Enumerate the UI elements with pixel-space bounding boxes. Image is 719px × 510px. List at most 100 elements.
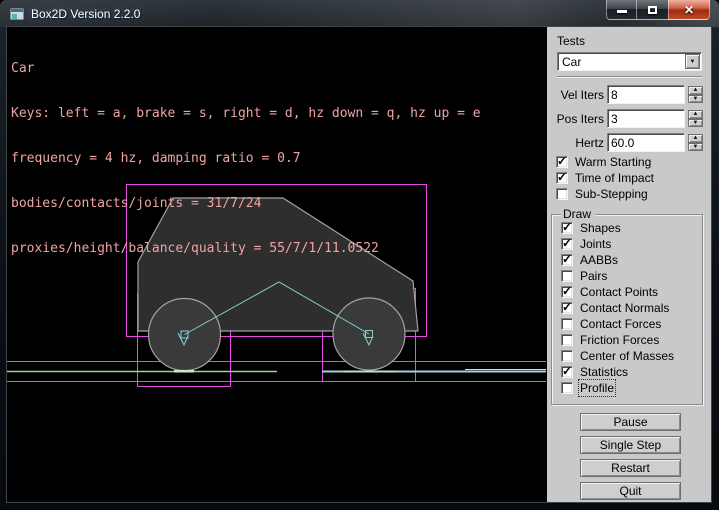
checkbox-label: Statistics bbox=[580, 365, 628, 379]
checkbox-profile[interactable]: ✓ Profile bbox=[561, 381, 614, 395]
restart-button[interactable]: Restart bbox=[580, 459, 681, 477]
checkmark-icon: ✓ bbox=[562, 220, 572, 234]
checkbox-pairs[interactable]: ✓ Pairs bbox=[561, 269, 607, 283]
checkbox-box: ✓ bbox=[556, 188, 568, 200]
checkbox-friction-forces[interactable]: ✓ Friction Forces bbox=[561, 333, 659, 347]
pause-button[interactable]: Pause bbox=[580, 413, 681, 431]
single-step-button[interactable]: Single Step bbox=[580, 436, 681, 454]
simulation-canvas[interactable]: Car Keys: left = a, brake = s, right = d… bbox=[7, 27, 546, 502]
separator bbox=[557, 76, 702, 78]
test-name-line: Car bbox=[11, 61, 481, 76]
caption-buttons: ✕ bbox=[606, 0, 710, 21]
hertz-field[interactable] bbox=[607, 133, 685, 152]
minimize-button[interactable] bbox=[606, 0, 637, 20]
checkbox-box: ✓ bbox=[561, 270, 573, 282]
frequency-line: frequency = 4 hz, damping ratio = 0.7 bbox=[11, 151, 481, 166]
checkbox-box: ✓ bbox=[561, 302, 573, 314]
bodies-line: bodies/contacts/joints = 31/7/24 bbox=[11, 196, 481, 211]
box2d-window-icon bbox=[9, 6, 25, 22]
contact-point-left bbox=[174, 370, 194, 373]
window-title: Box2D Version 2.2.0 bbox=[31, 7, 140, 21]
vel-iters-row: Vel Iters ▲ ▼ bbox=[547, 85, 707, 104]
keys-line: Keys: left = a, brake = s, right = d, hz… bbox=[11, 106, 481, 121]
checkbox-label: Contact Points bbox=[580, 285, 658, 299]
hertz-row: Hertz ▲ ▼ bbox=[547, 133, 707, 152]
checkbox-box: ✓ bbox=[561, 318, 573, 330]
pos-iters-label: Pos Iters bbox=[547, 112, 604, 126]
spin-up-icon[interactable]: ▲ bbox=[688, 134, 703, 143]
checkbox-label: Joints bbox=[580, 237, 611, 251]
client-area: Car Keys: left = a, brake = s, right = d… bbox=[7, 27, 711, 502]
titlebar[interactable]: Box2D Version 2.2.0 ✕ bbox=[0, 0, 719, 27]
hertz-stepper: ▲ ▼ bbox=[688, 134, 703, 151]
spin-down-icon[interactable]: ▼ bbox=[688, 119, 703, 128]
checkbox-box: ✓ bbox=[556, 172, 568, 184]
checkbox-box: ✓ bbox=[556, 156, 568, 168]
checkbox-sub-stepping[interactable]: ✓ Sub-Stepping bbox=[556, 187, 648, 201]
checkbox-label: Sub-Stepping bbox=[575, 187, 648, 201]
maximize-button[interactable] bbox=[637, 0, 668, 20]
tests-dropdown-value: Car bbox=[562, 55, 581, 69]
pos-iters-stepper: ▲ ▼ bbox=[688, 110, 703, 127]
chevron-down-icon[interactable]: ▼ bbox=[685, 54, 700, 69]
vel-iters-field[interactable] bbox=[607, 85, 685, 104]
checkmark-icon: ✓ bbox=[562, 300, 572, 314]
checkbox-label: Contact Forces bbox=[580, 317, 661, 331]
draw-group: Draw ✓ Shapes ✓ Joints ✓ AABBs ✓ Pairs bbox=[551, 214, 703, 405]
contact-point-right bbox=[344, 371, 396, 373]
app-window: Box2D Version 2.2.0 ✕ bbox=[0, 0, 719, 510]
checkbox-label: Friction Forces bbox=[580, 333, 659, 347]
checkbox-contact-normals[interactable]: ✓ Contact Normals bbox=[561, 301, 669, 315]
checkbox-aabbs[interactable]: ✓ AABBs bbox=[561, 253, 618, 267]
vel-iters-stepper: ▲ ▼ bbox=[688, 86, 703, 103]
checkmark-icon: ✓ bbox=[562, 364, 572, 378]
tests-label: Tests bbox=[557, 34, 585, 48]
maximize-icon bbox=[648, 6, 657, 14]
proxies-line: proxies/height/balance/quality = 55/7/1/… bbox=[11, 241, 481, 256]
checkbox-label: Shapes bbox=[580, 221, 621, 235]
checkbox-box: ✓ bbox=[561, 350, 573, 362]
spin-up-icon[interactable]: ▲ bbox=[688, 110, 703, 119]
checkmark-icon: ✓ bbox=[557, 170, 567, 184]
checkmark-icon: ✓ bbox=[562, 236, 572, 250]
vel-iters-label: Vel Iters bbox=[547, 88, 604, 102]
pos-iters-field[interactable] bbox=[607, 109, 685, 128]
draw-group-title: Draw bbox=[561, 207, 595, 221]
checkbox-label: Center of Masses bbox=[580, 349, 674, 363]
checkbox-contact-forces[interactable]: ✓ Contact Forces bbox=[561, 317, 661, 331]
checkbox-label: Profile bbox=[580, 381, 614, 395]
checkmark-icon: ✓ bbox=[557, 154, 567, 168]
spin-down-icon[interactable]: ▼ bbox=[688, 95, 703, 104]
hertz-label: Hertz bbox=[547, 136, 604, 150]
checkmark-icon: ✓ bbox=[562, 252, 572, 266]
checkbox-statistics[interactable]: ✓ Statistics bbox=[561, 365, 628, 379]
checkbox-box: ✓ bbox=[561, 382, 573, 394]
checkbox-box: ✓ bbox=[561, 334, 573, 346]
checkbox-label: Warm Starting bbox=[575, 155, 651, 169]
checkbox-label: AABBs bbox=[580, 253, 618, 267]
spin-down-icon[interactable]: ▼ bbox=[688, 143, 703, 152]
quit-button[interactable]: Quit bbox=[580, 482, 681, 500]
checkbox-box: ✓ bbox=[561, 222, 573, 234]
checkbox-contact-points[interactable]: ✓ Contact Points bbox=[561, 285, 658, 299]
spin-up-icon[interactable]: ▲ bbox=[688, 86, 703, 95]
checkmark-icon: ✓ bbox=[562, 284, 572, 298]
checkbox-time-of-impact[interactable]: ✓ Time of Impact bbox=[556, 171, 654, 185]
tests-dropdown[interactable]: Car ▼ bbox=[557, 52, 702, 71]
checkbox-shapes[interactable]: ✓ Shapes bbox=[561, 221, 621, 235]
debug-info-text: Car Keys: left = a, brake = s, right = d… bbox=[11, 31, 481, 286]
checkbox-label: Contact Normals bbox=[580, 301, 669, 315]
checkbox-warm-starting[interactable]: ✓ Warm Starting bbox=[556, 155, 651, 169]
control-panel: Tests Car ▼ Vel Iters ▲ ▼ Pos Iters ▲ bbox=[546, 27, 711, 502]
checkbox-box: ✓ bbox=[561, 238, 573, 250]
close-icon: ✕ bbox=[684, 1, 694, 19]
checkbox-box: ✓ bbox=[561, 366, 573, 378]
checkbox-box: ✓ bbox=[561, 286, 573, 298]
checkbox-center-of-masses[interactable]: ✓ Center of Masses bbox=[561, 349, 674, 363]
checkbox-label: Time of Impact bbox=[575, 171, 654, 185]
checkbox-box: ✓ bbox=[561, 254, 573, 266]
checkbox-joints[interactable]: ✓ Joints bbox=[561, 237, 611, 251]
close-button[interactable]: ✕ bbox=[668, 0, 710, 20]
pos-iters-row: Pos Iters ▲ ▼ bbox=[547, 109, 707, 128]
checkbox-label: Pairs bbox=[580, 269, 607, 283]
